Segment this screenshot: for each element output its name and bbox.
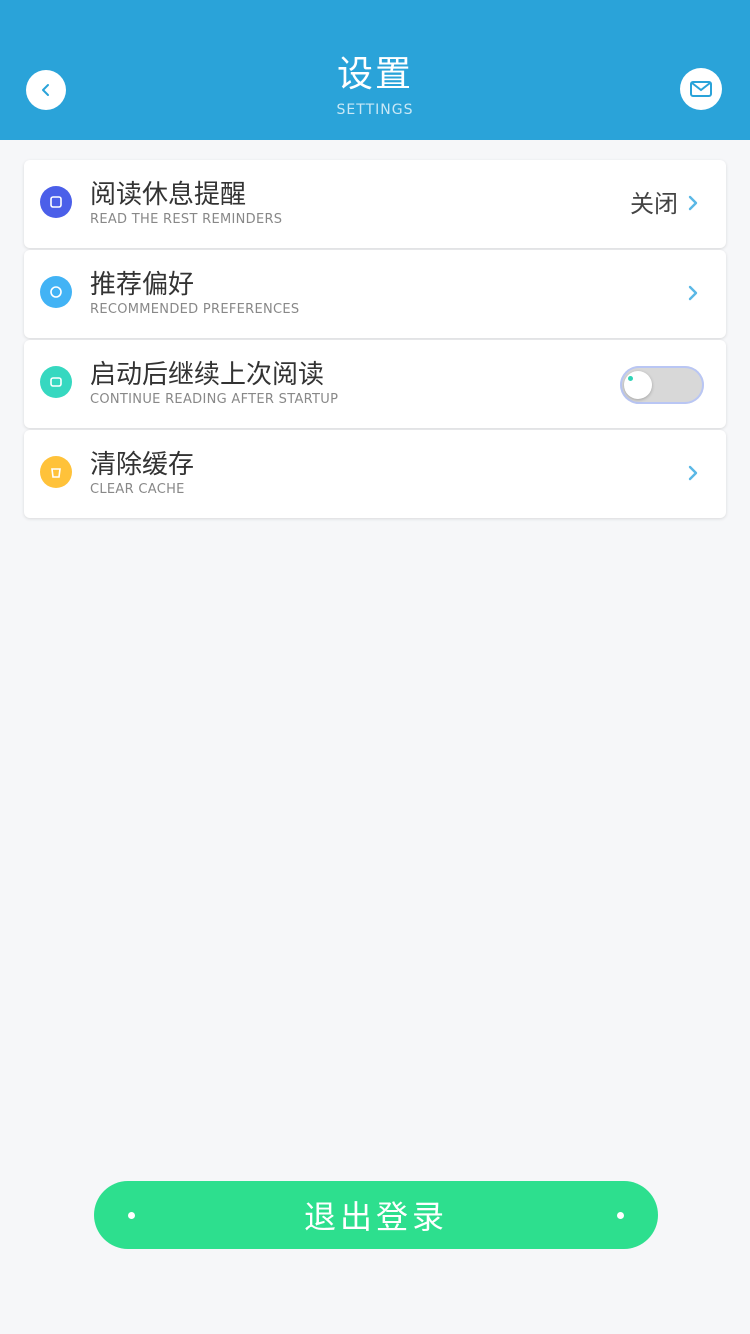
- setting-label: 推荐偏好: [90, 270, 195, 300]
- continue-reading-toggle[interactable]: [620, 366, 704, 404]
- chevron-right-icon: [688, 285, 698, 301]
- logout-button[interactable]: 退出登录: [94, 1181, 658, 1249]
- page-title: 设置: [336, 54, 413, 95]
- settings-list: 阅读休息提醒 READ THE REST REMINDERS 关闭 推荐偏好 R…: [24, 160, 726, 520]
- setting-sub-label: CLEAR CACHE: [90, 482, 185, 497]
- cache-icon: [40, 456, 72, 488]
- page-subtitle: SETTINGS: [336, 102, 414, 118]
- chevron-right-icon: [688, 195, 698, 211]
- header: 设置 SETTINGS: [0, 0, 750, 140]
- reminder-icon: [40, 186, 72, 218]
- mail-icon: [689, 79, 713, 99]
- preference-icon: [40, 276, 72, 308]
- logout-label: 退出登录: [303, 1198, 448, 1236]
- setting-read-rest-reminder[interactable]: 阅读休息提醒 READ THE REST REMINDERS 关闭: [24, 160, 726, 248]
- continue-icon: [40, 366, 72, 398]
- setting-sub-label: RECOMMENDED PREFERENCES: [90, 302, 300, 317]
- setting-sub-label: READ THE REST REMINDERS: [90, 212, 283, 227]
- setting-label: 启动后继续上次阅读: [90, 360, 325, 390]
- toggle-knob: [624, 371, 652, 399]
- decorative-dot: [128, 1212, 135, 1219]
- setting-clear-cache[interactable]: 清除缓存 CLEAR CACHE: [24, 430, 726, 518]
- setting-continue-reading: 启动后继续上次阅读 CONTINUE READING AFTER STARTUP: [24, 340, 726, 428]
- setting-label: 清除缓存: [90, 450, 195, 480]
- chevron-right-icon: [688, 465, 698, 481]
- setting-label: 阅读休息提醒: [90, 180, 247, 210]
- setting-value: 关闭: [630, 190, 678, 218]
- setting-recommended-preferences[interactable]: 推荐偏好 RECOMMENDED PREFERENCES: [24, 250, 726, 338]
- message-button[interactable]: [680, 68, 722, 110]
- decorative-dot: [617, 1212, 624, 1219]
- setting-sub-label: CONTINUE READING AFTER STARTUP: [90, 392, 339, 407]
